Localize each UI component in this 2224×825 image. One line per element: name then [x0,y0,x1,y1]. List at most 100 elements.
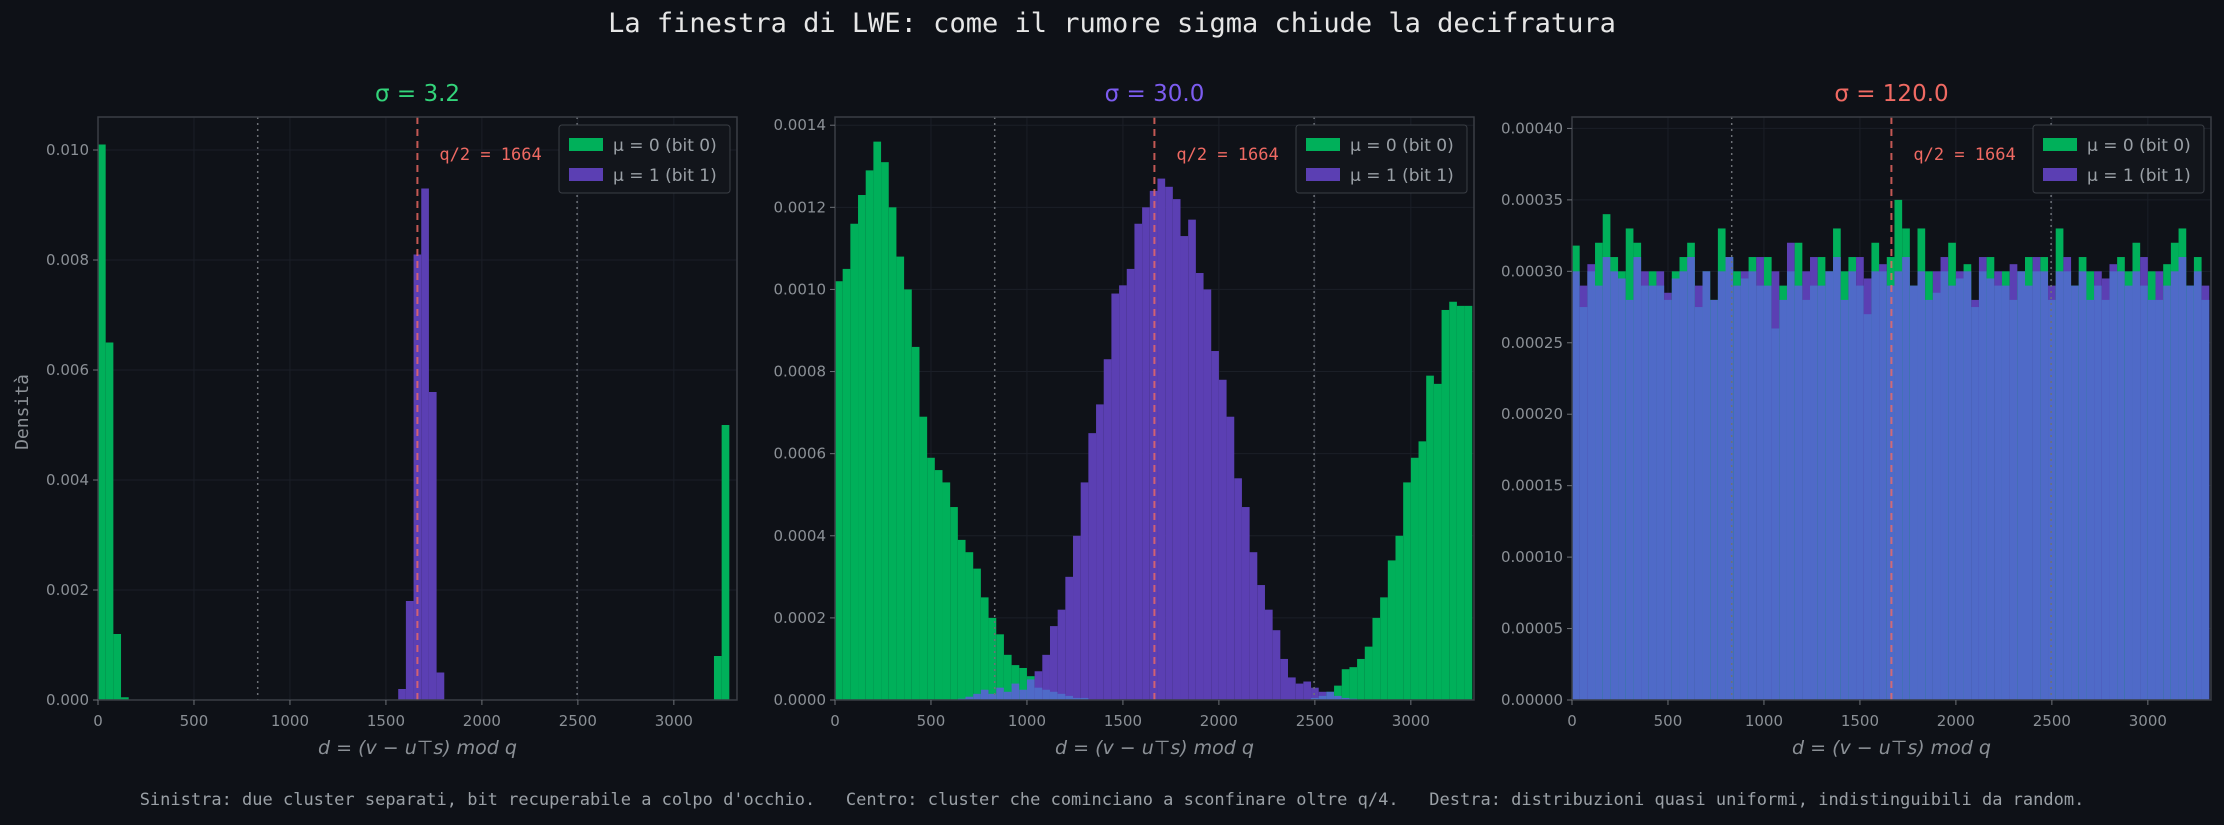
y-tick-label: 0.0012 [774,198,827,216]
bar-overlap [1587,271,1596,700]
bar-overlap [1894,271,1903,700]
bar-bit1 [1180,236,1189,700]
bar-overlap [1879,271,1887,700]
y-tick-label: 0.0000 [774,691,827,709]
bar-bit0 [1410,457,1419,700]
bar-bit0 [1380,597,1388,700]
bar-bit0 [934,470,943,700]
bar-bit1 [1195,273,1204,700]
bar-overlap [2186,285,2194,700]
x-tick-label: 2500 [559,712,597,730]
bar-bit1 [1096,404,1104,700]
bar-overlap [2009,299,2018,700]
bar-overlap [1717,271,1726,700]
bar-bit0 [858,195,866,700]
bar-overlap [2109,271,2118,700]
bar-overlap [1034,687,1043,700]
bar-bit1 [1057,609,1066,700]
bar-overlap [2132,271,2141,700]
bar-overlap [1786,271,1795,700]
bar-bit0 [1349,667,1358,700]
bar-overlap [1625,299,1634,700]
bar-overlap [1909,285,1918,700]
bar-overlap [1656,285,1665,700]
bar-bit1 [1234,478,1242,700]
figure-caption: Sinistra: due cluster separati, bit recu… [139,790,2085,810]
y-tick-label: 0.00005 [1501,620,1563,638]
x-tick-label: 2000 [1200,712,1238,730]
bar-bit0 [1449,301,1457,700]
bar-bit0 [881,162,889,700]
bar-overlap [2078,271,2087,700]
y-tick-label: 0.00015 [1501,477,1563,495]
bar-overlap [2055,271,2064,700]
x-tick-label: 3000 [2129,712,2167,730]
bar-overlap [1917,271,1926,700]
legend-label: μ = 1 (bit 1) [2087,166,2191,186]
panel-title: σ = 3.2 [375,81,460,107]
bar-overlap [2193,271,2202,700]
bar-bit1 [1165,186,1173,700]
panel-title: σ = 120.0 [1834,81,1948,107]
bar-bit1 [1134,223,1143,701]
bar-overlap [1833,257,1841,700]
y-tick-label: 0.00010 [1501,548,1563,566]
bar-bit1 [1073,535,1081,700]
panels: q/2 = 16640 500 1000 1500 2000 2500 30000.0000… [46,81,2212,759]
bar-bit0 [98,144,106,700]
bar-bit1 [1264,609,1273,700]
bar-bit1 [428,392,437,700]
bar-bit0 [113,634,122,700]
y-axis-label: Densità [12,374,33,450]
bar-bit0 [1357,658,1365,700]
bar-bit1 [1119,285,1127,700]
bar-bit0 [835,281,843,700]
bar-overlap [1679,271,1688,700]
bar-overlap [2025,285,2033,700]
bar-overlap [1602,257,1611,700]
bar-overlap [2155,299,2164,700]
bar-overlap [1932,292,1941,700]
panel-2: q/2 = 1664 0 500 1000 1500 2000 2500 3000 0.0000… [774,81,1475,759]
bar-overlap [1042,689,1050,700]
x-tick-label: 1500 [367,712,405,730]
bar-bit0 [888,207,897,700]
bar-bit0 [1426,375,1434,700]
bar-overlap [1978,271,1987,700]
bar-bit1 [1188,219,1196,700]
bar-overlap [1848,271,1857,700]
bar-bit0 [713,656,722,700]
bar-bit1 [1280,658,1289,700]
bar-overlap [2048,299,2056,700]
bar-overlap [1817,285,1826,700]
bar-overlap [2040,271,2049,700]
x-tick-label: 500 [180,712,209,730]
bar-bit0 [980,597,989,700]
bar-bit0 [950,507,958,700]
bar-overlap [1971,307,1979,700]
y-tick-label: 0.0006 [774,445,827,463]
bar-bit1 [1218,379,1227,700]
bar-overlap [2117,271,2125,700]
y-tick-label: 0.00030 [1501,262,1563,280]
half-q-annotation: q/2 = 1664 [1176,145,1278,165]
bar-overlap [1648,285,1657,700]
legend: μ = 0 (bit 0) μ = 1 (bit 1) [558,124,731,194]
bar-overlap [1003,691,1012,700]
bar-overlap [1748,271,1757,700]
bar-bit1 [405,601,414,700]
x-tick-label: 3000 [655,712,693,730]
bar-overlap [1794,285,1803,700]
y-tick-label: 0.00025 [1501,334,1563,352]
x-tick-label: 2000 [463,712,501,730]
legend-label: μ = 0 (bit 0) [1350,136,1454,156]
bar-bit0 [721,425,730,700]
legend-swatch [1306,138,1340,151]
bar-bit0 [919,416,928,700]
bar-overlap [1641,285,1649,700]
bar-overlap [2063,271,2072,700]
bar-overlap [1994,285,2002,700]
bar-bit0 [904,289,912,700]
legend: μ = 0 (bit 0) μ = 1 (bit 1) [1295,124,1468,194]
bar-overlap [1011,683,1020,700]
